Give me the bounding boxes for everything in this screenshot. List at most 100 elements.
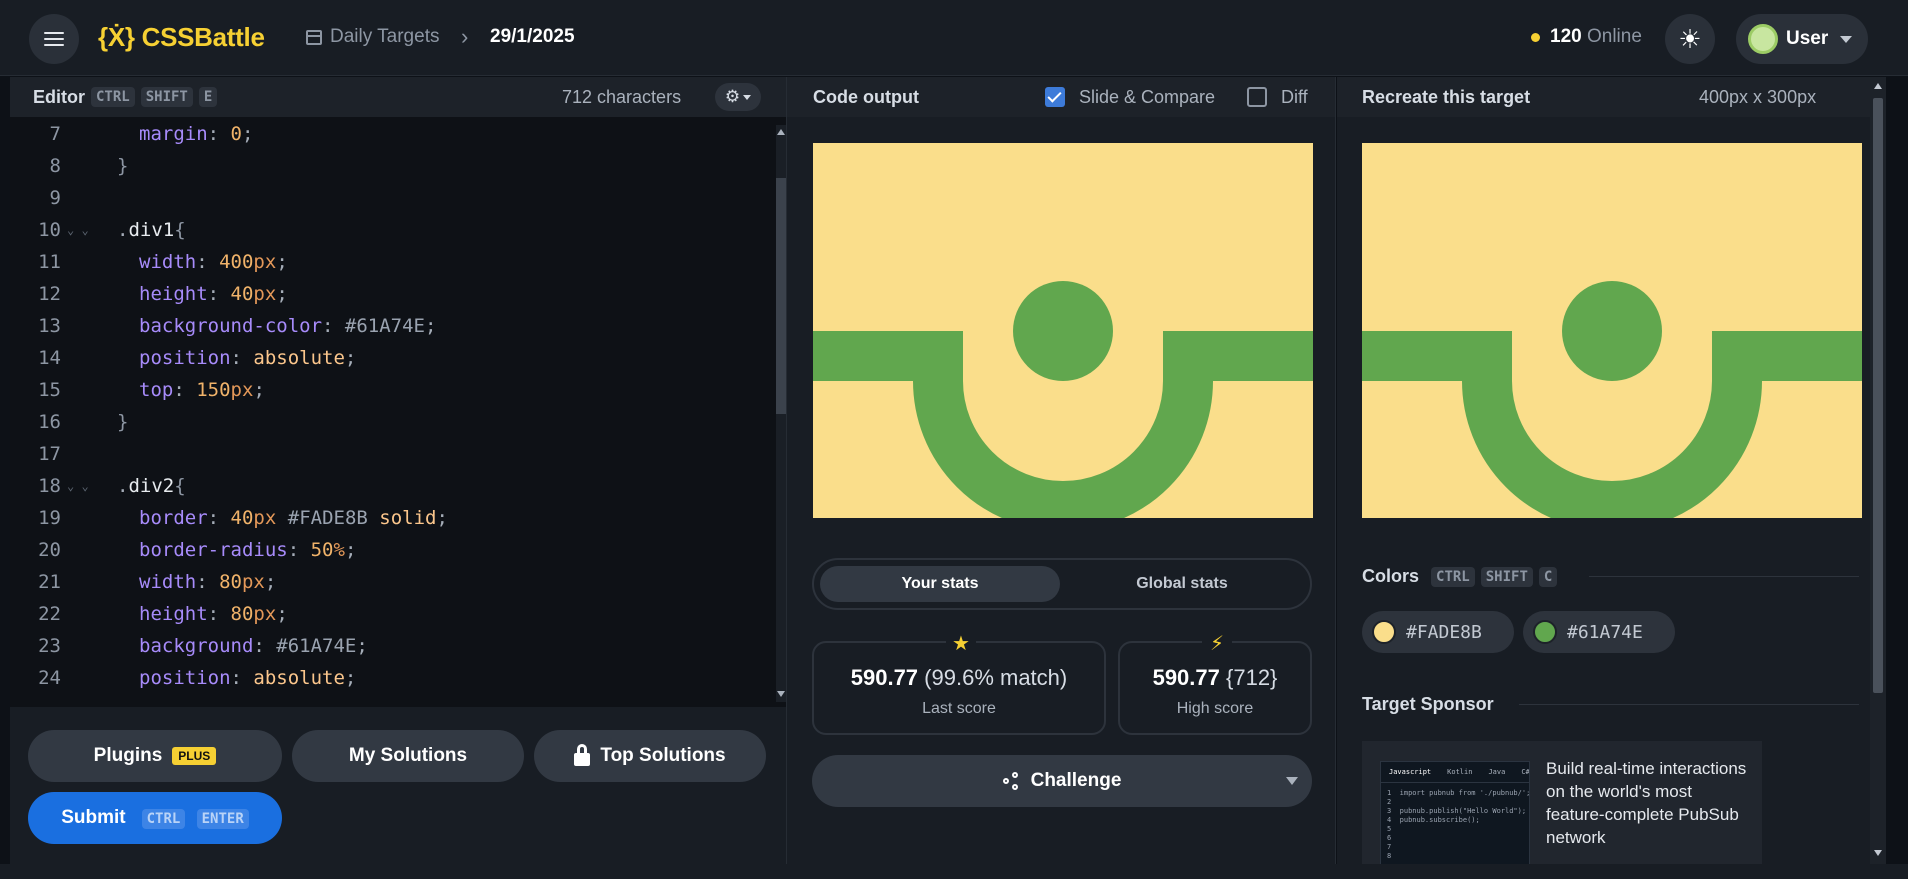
code-line[interactable]: 20 border-radius: 50%; <box>10 539 770 571</box>
line-number: 16 <box>38 411 61 433</box>
character-count: 712 characters <box>562 87 682 107</box>
submit-button[interactable]: Submit CTRL ENTER <box>28 792 282 844</box>
line-number: 20 <box>38 539 61 561</box>
code-line[interactable]: 17 <box>10 443 770 475</box>
shortcut-key: ENTER <box>196 809 249 829</box>
avatar <box>1748 24 1778 54</box>
sponsor-screenshot: JavascriptKotlinJavaC#Go 1 import pubnub… <box>1380 761 1530 879</box>
last-score: 590.77 (99.6% match) <box>814 665 1104 691</box>
sponsor-tab: Kotlin <box>1447 768 1473 776</box>
code-line[interactable]: 8} <box>10 155 770 187</box>
color-swatch-1[interactable]: #FADE8B <box>1362 611 1514 653</box>
scroll-down-icon[interactable] <box>777 691 785 697</box>
code-line[interactable]: 16} <box>10 411 770 443</box>
shortcut-key: CTRL <box>91 87 135 107</box>
code-line[interactable]: 24 position: absolute; <box>10 667 770 699</box>
sponsor-tab: Java <box>1488 768 1506 776</box>
sponsor-card[interactable]: JavascriptKotlinJavaC#Go 1 import pubnub… <box>1362 741 1762 879</box>
theme-toggle-button[interactable]: ☀ <box>1665 14 1715 64</box>
color-swatch-2[interactable]: #61A74E <box>1523 611 1675 653</box>
line-number: 17 <box>38 443 61 465</box>
code-text: position: absolute; <box>139 667 357 689</box>
user-label: User <box>1786 28 1829 49</box>
code-line[interactable]: 7 margin: 0; <box>10 123 770 155</box>
diff-checkbox[interactable] <box>1247 87 1267 107</box>
breadcrumb-separator: › <box>461 24 469 49</box>
line-number: 11 <box>38 251 61 273</box>
target-dimensions: 400px x 300px <box>1699 87 1817 107</box>
user-menu-button[interactable]: User <box>1736 14 1868 64</box>
chevron-down-icon <box>1840 35 1853 43</box>
shortcut-key: E <box>198 87 218 107</box>
chevron-down-icon[interactable] <box>1286 777 1298 785</box>
scroll-up-icon[interactable] <box>1874 83 1882 89</box>
editor-title: Editor <box>33 86 85 107</box>
editor-settings-button[interactable]: ⚙ <box>715 83 761 111</box>
tab-your-stats[interactable]: Your stats <box>820 566 1060 602</box>
submit-label: Submit <box>61 807 126 828</box>
target-image <box>1362 143 1862 518</box>
code-line[interactable]: 12 height: 40px; <box>10 283 770 315</box>
code-line[interactable]: 11 width: 400px; <box>10 251 770 283</box>
top-solutions-button[interactable]: Top Solutions <box>534 730 766 782</box>
line-number: 15 <box>38 379 61 401</box>
code-text: background: #61A74E; <box>139 635 368 657</box>
online-label: Online <box>1586 26 1642 47</box>
slide-compare-checkbox[interactable] <box>1045 87 1065 107</box>
tab-global-stats[interactable]: Global stats <box>1062 566 1302 602</box>
code-line[interactable]: 19 border: 40px #FADE8B solid; <box>10 507 770 539</box>
code-line[interactable]: 15 top: 150px; <box>10 379 770 411</box>
high-score-label: High score <box>1176 700 1254 717</box>
line-number: 23 <box>38 635 61 657</box>
scrollbar-thumb[interactable] <box>1873 98 1883 693</box>
code-text: margin: 0; <box>139 123 254 145</box>
code-line[interactable]: 22 height: 80px; <box>10 603 770 635</box>
output-title: Code output <box>813 87 919 107</box>
breadcrumb-daily-targets[interactable]: Daily Targets <box>306 26 439 48</box>
code-line[interactable]: 21 width: 80px; <box>10 571 770 603</box>
code-text: width: 80px; <box>139 571 277 593</box>
scroll-down-icon[interactable] <box>1874 850 1882 856</box>
breadcrumb-current-date: 29/1/2025 <box>490 26 575 47</box>
code-text: width: 400px; <box>139 251 288 273</box>
slide-compare-label[interactable]: Slide & Compare <box>1079 87 1215 108</box>
my-solutions-button[interactable]: My Solutions <box>292 730 524 782</box>
menu-button[interactable] <box>29 14 79 64</box>
diff-label[interactable]: Diff <box>1281 87 1308 108</box>
star-icon: ★ <box>946 629 976 657</box>
code-line[interactable]: 13 background-color: #61A74E; <box>10 315 770 347</box>
code-text: .div1{ <box>117 219 186 241</box>
line-number: 18 <box>38 475 61 497</box>
sponsor-code-tabs: JavascriptKotlinJavaC#Go <box>1381 762 1529 783</box>
online-dot-icon <box>1531 32 1540 42</box>
code-line[interactable]: 10 ⌄ ⌄ .div1{ <box>10 219 770 251</box>
online-count: 120 <box>1550 26 1582 47</box>
editor-actions: Plugins PLUS My Solutions Top Solutions … <box>10 707 786 864</box>
output-preview[interactable] <box>813 143 1313 518</box>
site-logo[interactable]: {Ẋ} CSSBattle <box>98 22 265 53</box>
code-text: } <box>117 155 129 177</box>
sponsor-code-snippet: 1 import pubnub from './pubnub/'; 2 3 pu… <box>1387 789 1530 860</box>
color-hex: #61A74E <box>1567 621 1643 643</box>
high-score-card: ⚡ 590.77 {712} High score <box>1118 629 1312 735</box>
code-text: height: 80px; <box>139 603 288 625</box>
share-icon <box>1002 772 1021 790</box>
code-line[interactable]: 23 background: #61A74E; <box>10 635 770 667</box>
high-score: 590.77 {712} <box>1120 665 1310 691</box>
code-line[interactable]: 9 <box>10 187 770 219</box>
code-line[interactable]: 14 position: absolute; <box>10 347 770 379</box>
calendar-icon <box>306 29 322 45</box>
scroll-up-icon[interactable] <box>777 129 785 135</box>
code-editor[interactable]: 7 margin: 0; 8} 9 10 ⌄ ⌄ .div1{11 width: 400px;… <box>10 117 776 703</box>
code-text: height: 40px; <box>139 283 288 305</box>
fold-icon[interactable]: ⌄ ⌄ <box>67 479 89 493</box>
page-scrollbar[interactable] <box>1870 77 1886 864</box>
challenge-button[interactable]: Challenge <box>812 755 1312 807</box>
fold-icon[interactable]: ⌄ ⌄ <box>67 223 89 237</box>
code-text: border: 40px #FADE8B solid; <box>139 507 448 529</box>
plugins-button[interactable]: Plugins PLUS <box>28 730 282 782</box>
scrollbar-thumb[interactable] <box>776 178 786 414</box>
code-line[interactable]: 18 ⌄ ⌄ .div2{ <box>10 475 770 507</box>
editor-scrollbar[interactable] <box>776 125 786 702</box>
line-number: 7 <box>49 123 61 145</box>
